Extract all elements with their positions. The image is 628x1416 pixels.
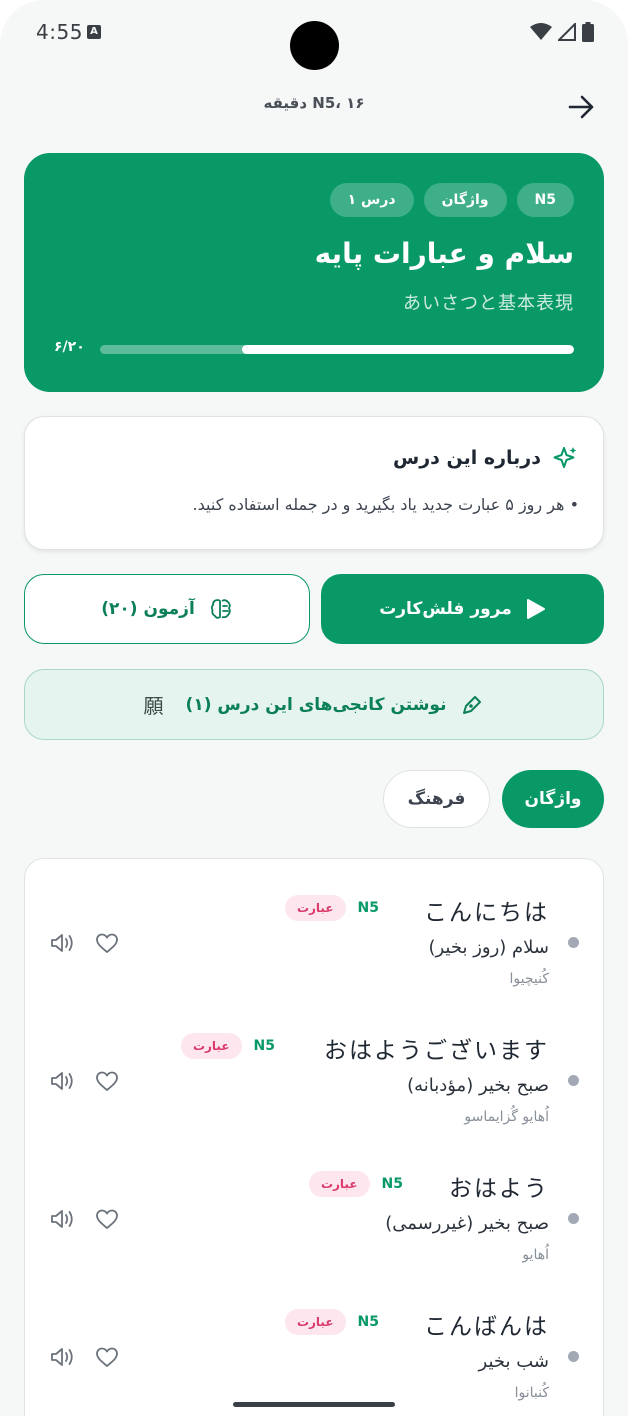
wifi-icon bbox=[530, 23, 552, 40]
brain-icon bbox=[210, 599, 231, 619]
kanji-writing-label: نوشتن کانجی‌های این درس (۱) bbox=[185, 694, 447, 715]
tab-culture[interactable]: فرهنگ bbox=[383, 770, 490, 828]
item-meaning: سلام (روز بخیر) bbox=[428, 937, 549, 958]
heart-icon[interactable] bbox=[95, 931, 119, 955]
chip-category: واژگان bbox=[423, 183, 507, 217]
speaker-icon[interactable] bbox=[49, 1345, 75, 1369]
chip-lesson: درس ۱ bbox=[329, 183, 414, 217]
speaker-icon[interactable] bbox=[49, 931, 75, 955]
status-bar: 4:55 A bbox=[0, 0, 628, 70]
about-header: درباره این درس bbox=[393, 445, 579, 471]
item-romaji: کُنیچیوا bbox=[509, 971, 550, 987]
item-tags: عبارت N5 bbox=[308, 1171, 403, 1197]
type-badge: عبارت bbox=[284, 1309, 346, 1335]
pen-icon bbox=[463, 695, 482, 714]
list-item[interactable]: おはようございます عبارت N5 صبح بخیر (مؤدبانه) اُ… bbox=[25, 1011, 603, 1149]
item-japanese: おはよう bbox=[449, 1176, 549, 1202]
heart-icon[interactable] bbox=[95, 1207, 119, 1231]
status-dot bbox=[568, 1075, 579, 1086]
list-item[interactable]: こんにちは عبارت N5 سلام (روز بخیر) کُنیچیوا bbox=[25, 873, 603, 1011]
item-tags: عبارت N5 bbox=[284, 1309, 379, 1335]
status-dot bbox=[568, 1213, 579, 1224]
vocab-list: こんにちは عبارت N5 سلام (روز بخیر) کُنیچیوا … bbox=[24, 858, 604, 1416]
progress-bar bbox=[100, 345, 574, 354]
item-japanese: こんばんは bbox=[424, 1314, 549, 1340]
kanji-writing-button[interactable]: نوشتن کانجی‌های این درس (۱) 願 bbox=[24, 669, 604, 740]
heart-icon[interactable] bbox=[95, 1069, 119, 1093]
item-tags: عبارت N5 bbox=[284, 895, 379, 921]
about-card: درباره این درس • هر روز ۵ عبارت جدید یاد… bbox=[24, 416, 604, 550]
item-japanese: こんにちは bbox=[424, 900, 549, 926]
item-tags: عبارت N5 bbox=[180, 1033, 275, 1059]
flashcard-review-label: مرور فلش‌کارت bbox=[379, 599, 512, 619]
status-icons bbox=[530, 22, 594, 42]
home-indicator[interactable] bbox=[233, 1402, 395, 1407]
list-item[interactable]: こんばんは عبارت N5 شب بخیر کُنبانوا bbox=[25, 1287, 603, 1416]
status-dot bbox=[568, 937, 579, 948]
type-badge: عبارت bbox=[180, 1033, 242, 1059]
heart-icon[interactable] bbox=[95, 1345, 119, 1369]
level-label: N5 bbox=[253, 1038, 275, 1054]
speaker-icon[interactable] bbox=[49, 1069, 75, 1093]
battery-icon bbox=[582, 22, 594, 42]
tab-vocabulary[interactable]: واژگان bbox=[502, 770, 604, 828]
arrow-right-icon[interactable] bbox=[566, 92, 596, 122]
item-romaji: اُهایو گُزایماسو bbox=[464, 1109, 549, 1125]
sparkle-icon bbox=[553, 447, 577, 468]
lesson-meta: N5، ۱۶ دقیقه bbox=[263, 94, 365, 112]
flashcard-review-button[interactable]: مرور فلش‌کارت bbox=[321, 574, 604, 644]
signal-icon bbox=[558, 23, 576, 41]
lesson-japanese-title: あいさつと基本表現 bbox=[403, 293, 574, 314]
app-screen: 4:55 A N5، ۱۶ دقیقه N5 واژگان درس ۱ سلام… bbox=[0, 0, 628, 1416]
item-meaning: صبح بخیر (غیررسمی) bbox=[385, 1213, 549, 1234]
type-badge: عبارت bbox=[284, 895, 346, 921]
item-meaning: شب بخیر bbox=[478, 1351, 549, 1372]
type-badge: عبارت bbox=[308, 1171, 370, 1197]
chip-level: N5 bbox=[516, 183, 574, 217]
status-dot bbox=[568, 1351, 579, 1362]
item-japanese: おはようございます bbox=[324, 1038, 549, 1064]
progress-fill bbox=[242, 345, 574, 354]
level-label: N5 bbox=[357, 900, 379, 916]
level-label: N5 bbox=[381, 1176, 403, 1192]
progress-label: ۶/۲۰ bbox=[54, 339, 85, 355]
item-romaji: کُنبانوا bbox=[514, 1385, 549, 1401]
about-text: • هر روز ۵ عبارت جدید یاد بگیرید و در جم… bbox=[192, 495, 579, 514]
quiz-button[interactable]: آزمون (۲۰) bbox=[24, 574, 310, 644]
level-label: N5 bbox=[357, 1314, 379, 1330]
item-meaning: صبح بخیر (مؤدبانه) bbox=[407, 1075, 549, 1096]
kanji-preview: 願 bbox=[143, 694, 164, 718]
lesson-hero-card: N5 واژگان درس ۱ سلام و عبارات پایه あいさつと… bbox=[24, 153, 604, 392]
list-item[interactable]: おはよう عبارت N5 صبح بخیر (غیررسمی) اُهایو bbox=[25, 1149, 603, 1287]
status-time: 4:55 bbox=[36, 20, 83, 44]
lesson-title: سلام و عبارات پایه bbox=[314, 237, 574, 270]
speaker-icon[interactable] bbox=[49, 1207, 75, 1231]
quiz-label: آزمون (۲۰) bbox=[101, 599, 195, 619]
camera-cutout bbox=[290, 21, 339, 70]
lesson-chips: N5 واژگان درس ۱ bbox=[329, 183, 574, 217]
notification-icon: A bbox=[87, 25, 101, 39]
about-title: درباره این درس bbox=[393, 447, 541, 469]
play-icon bbox=[526, 599, 545, 619]
item-romaji: اُهایو bbox=[522, 1247, 549, 1263]
